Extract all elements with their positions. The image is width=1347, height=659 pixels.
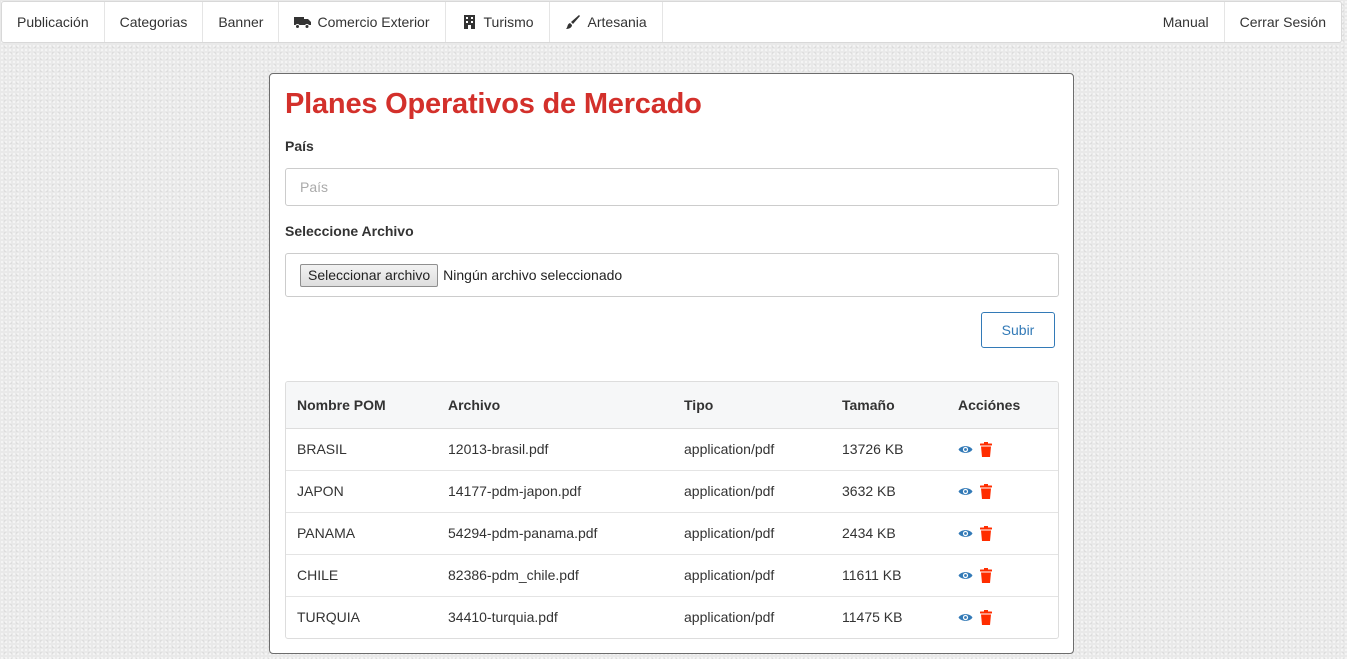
header-tipo: Tipo — [673, 382, 831, 429]
row-actions — [958, 525, 1047, 541]
nav-item-label: Turismo — [483, 14, 534, 30]
navbar-left-group: Publicación Categorias Banner Comercio E… — [2, 2, 663, 42]
nav-item-artesania[interactable]: Artesania — [550, 2, 663, 42]
submit-button[interactable]: Subir — [981, 312, 1055, 348]
cell-tamano: 3632 KB — [831, 470, 947, 513]
cell-nombre: CHILE — [286, 554, 437, 597]
row-actions — [958, 567, 1047, 583]
nav-item-label: Categorias — [119, 14, 188, 30]
cell-archivo: 34410-turquia.pdf — [448, 609, 558, 626]
cell-archivo: 82386-pdm_chile.pdf — [437, 554, 673, 597]
navbar-right-group: Manual Cerrar Sesión — [1148, 2, 1341, 42]
row-actions — [958, 483, 1047, 499]
row-actions — [958, 609, 1047, 625]
files-table: Nombre POM Archivo Tipo Tamaño Acciónes … — [286, 382, 1058, 638]
nav-item-label: Manual — [1162, 14, 1209, 30]
file-status-text: Ningún archivo seleccionado — [443, 267, 623, 283]
table-header-row: Nombre POM Archivo Tipo Tamaño Acciónes — [286, 382, 1058, 429]
table-row: CHILE 82386-pdm_chile.pdf application/pdf 1… — [286, 554, 1058, 597]
cell-tipo: application/pdf — [673, 512, 831, 555]
eye-icon[interactable] — [958, 612, 973, 623]
building-icon — [461, 15, 478, 29]
pais-input[interactable] — [285, 168, 1059, 206]
table-row: BRASIL 12013-brasil.pdf application/pdf 137… — [286, 428, 1058, 471]
nav-item-manual[interactable]: Manual — [1148, 2, 1224, 42]
cell-nombre: PANAMA — [286, 512, 437, 555]
archivo-label: Seleccione Archivo — [285, 223, 414, 239]
trash-icon[interactable] — [980, 483, 992, 499]
truck-icon — [294, 15, 312, 29]
cell-tamano: 13726 KB — [831, 428, 947, 471]
cell-tipo: application/pdf — [673, 428, 831, 471]
cell-tamano: 11611 KB — [831, 554, 947, 597]
cell-tipo: application/pdf — [673, 470, 831, 513]
table-row: TURQUIA 34410-turquia.pdf application/pdf 1… — [286, 596, 1058, 638]
nav-item-turismo[interactable]: Turismo — [446, 2, 550, 42]
row-actions — [958, 441, 1047, 457]
cell-tipo: application/pdf — [684, 609, 775, 626]
cell-tamano: 2434 KB — [831, 512, 947, 555]
cell-acciones — [947, 428, 1058, 471]
cell-acciones — [947, 554, 1058, 597]
nav-item-label: Comercio Exterior — [317, 14, 430, 30]
eye-icon[interactable] — [958, 486, 973, 497]
cell-acciones — [947, 512, 1058, 555]
choose-file-button[interactable]: Seleccionar archivo — [300, 263, 439, 287]
header-tamano: Tamaño — [831, 382, 947, 429]
trash-icon[interactable] — [980, 441, 992, 457]
page-title: Planes Operativos de Mercado — [285, 88, 702, 120]
nav-item-categorias[interactable]: Categorias — [105, 2, 204, 42]
cell-archivo: 12013-brasil.pdf — [437, 428, 673, 471]
table-row: JAPON 14177-pdm-japon.pdf application/pdf 3… — [286, 470, 1058, 513]
file-input: Seleccionar archivo Ningún archivo selec… — [285, 253, 1059, 297]
pais-label: País — [285, 138, 314, 154]
table-row: PANAMA 54294-pdm-panama.pdf application/pd… — [286, 512, 1058, 555]
cell-acciones — [947, 470, 1058, 513]
header-nombre: Nombre POM — [286, 382, 437, 429]
nav-item-comercio-exterior[interactable]: Comercio Exterior — [279, 2, 446, 42]
upload-card: Planes Operativos de Mercado País Selecc… — [269, 73, 1074, 654]
nav-item-banner[interactable]: Banner — [203, 2, 280, 42]
trash-icon[interactable] — [980, 525, 992, 541]
cell-archivo: 54294-pdm-panama.pdf — [437, 512, 673, 555]
nav-item-label: Cerrar Sesión — [1239, 14, 1326, 30]
files-table-container: Nombre POM Archivo Tipo Tamaño Acciónes … — [285, 381, 1059, 639]
nav-item-label: Artesania — [587, 14, 647, 30]
cell-acciones — [947, 596, 1058, 638]
nav-item-cerrar-sesion[interactable]: Cerrar Sesión — [1223, 2, 1341, 42]
cell-tamano: 11475 KB — [842, 609, 903, 626]
cell-tipo: application/pdf — [673, 554, 831, 597]
trash-icon[interactable] — [980, 609, 992, 625]
cell-nombre: BRASIL — [286, 428, 437, 471]
brush-icon — [565, 15, 582, 29]
top-navbar: Publicación Categorias Banner Comercio E… — [1, 1, 1342, 43]
nav-item-label: Banner — [218, 14, 264, 30]
cell-nombre: JAPON — [286, 470, 437, 513]
header-acciones: Acciónes — [947, 382, 1058, 429]
cell-nombre: TURQUIA — [297, 609, 360, 626]
eye-icon[interactable] — [958, 528, 973, 539]
nav-item-publicacion[interactable]: Publicación — [2, 2, 105, 42]
header-archivo: Archivo — [437, 382, 673, 429]
eye-icon[interactable] — [958, 570, 973, 581]
nav-item-label: Publicación — [17, 14, 89, 30]
table-body: BRASIL 12013-brasil.pdf application/pdf 137… — [286, 428, 1058, 638]
trash-icon[interactable] — [980, 567, 992, 583]
eye-icon[interactable] — [958, 444, 973, 455]
cell-archivo: 14177-pdm-japon.pdf — [437, 470, 673, 513]
